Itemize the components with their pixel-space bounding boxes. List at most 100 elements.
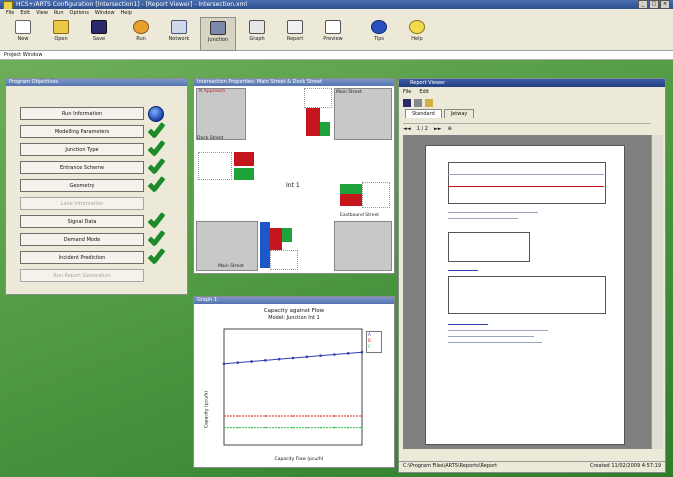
- junction-type-button[interactable]: Junction Type: [20, 143, 144, 156]
- menu-run[interactable]: Run: [54, 9, 64, 17]
- report-summary-table: [448, 232, 530, 262]
- east-lane-grid: [362, 182, 390, 208]
- east-lane-red[interactable]: [340, 194, 362, 206]
- data-point-1-5: [292, 415, 294, 417]
- graph-button[interactable]: Graph: [240, 17, 274, 49]
- report-button-label: Report: [286, 36, 304, 42]
- report-button[interactable]: Report: [278, 17, 312, 49]
- report-export-icon[interactable]: [425, 99, 433, 107]
- modelling-parameters-check-icon: [148, 122, 164, 138]
- legend-item-c: C: [368, 344, 371, 349]
- report-save-icon[interactable]: [403, 99, 411, 107]
- data-point-0-4: [277, 357, 281, 361]
- incident-prediction-button[interactable]: Incident Prediction: [20, 251, 144, 264]
- north-lane-green[interactable]: [320, 122, 330, 136]
- menu-edit[interactable]: Edit: [20, 9, 30, 17]
- data-point-0-10: [360, 350, 364, 354]
- minimize-button[interactable]: _: [638, 0, 648, 9]
- data-point-2-5: [292, 426, 294, 429]
- report-menu-edit[interactable]: Edit: [419, 89, 429, 95]
- report-viewer-title: Report Viewer: [410, 80, 446, 86]
- east-lane-green[interactable]: [340, 184, 362, 194]
- report-page-number[interactable]: 1 / 2: [417, 126, 428, 132]
- run-information-button[interactable]: Run Information: [20, 107, 144, 120]
- west-lane-red[interactable]: [234, 152, 254, 166]
- demand-mode-button[interactable]: Demand Mode: [20, 233, 144, 246]
- program-objectives-title: Program Objectives: [6, 79, 187, 86]
- help-button[interactable]: Help: [400, 17, 434, 49]
- intersection-window-title: Intersection Properties: Main Street & D…: [194, 79, 394, 86]
- south-lane-green[interactable]: [282, 228, 292, 242]
- run-report-generation-button[interactable]: Run Report Generation: [20, 269, 144, 282]
- report-status-bar: C:\Program Files\ARTS\Reports\Report Cre…: [399, 461, 665, 472]
- junction-button[interactable]: Junction: [200, 17, 236, 51]
- data-point-2-2: [250, 426, 253, 429]
- report-menu-file[interactable]: File: [403, 89, 411, 95]
- menu-options[interactable]: Options: [70, 9, 89, 17]
- maximize-button[interactable]: □: [649, 0, 659, 9]
- tab-jetway[interactable]: Jetway: [443, 109, 475, 118]
- menu-help[interactable]: Help: [121, 9, 132, 17]
- data-point-0-3: [264, 359, 267, 362]
- graph-window: Graph 1 Capacity against Flow Model: Jun…: [193, 296, 395, 468]
- report-notes-line-2: [448, 336, 534, 337]
- menu-file[interactable]: File: [6, 9, 14, 17]
- report-header-line-1: [448, 174, 604, 175]
- lane-information-button[interactable]: Lane Information: [20, 197, 144, 210]
- report-print-icon[interactable]: [414, 99, 422, 107]
- report-first-page-icon[interactable]: ◄◄: [403, 126, 411, 132]
- south-lane-blue[interactable]: [260, 222, 270, 268]
- chart-title: Capacity against Flow: [263, 308, 325, 314]
- main-street-north-label: Main Street: [336, 90, 362, 95]
- report-viewer-window: Report Viewer File Edit Standard Jetway …: [398, 78, 666, 473]
- report-next-page-icon[interactable]: ►►: [434, 126, 442, 132]
- report-notes-heading: [448, 324, 488, 325]
- report-zoom-icon[interactable]: ⊕: [448, 126, 452, 132]
- report-section-heading: [448, 270, 478, 271]
- tab-standard[interactable]: Standard: [405, 109, 442, 118]
- report-vertical-scrollbar[interactable]: [651, 135, 663, 449]
- menu-window[interactable]: Window: [95, 9, 115, 17]
- data-point-2-6: [306, 426, 308, 429]
- incident-prediction-check-icon: [148, 248, 164, 264]
- entrance-scheme-button[interactable]: Entrance Scheme: [20, 161, 144, 174]
- geometry-check-icon: [148, 176, 164, 192]
- new-button[interactable]: New: [6, 17, 40, 49]
- network-grid-icon: [171, 20, 187, 34]
- network-button[interactable]: Network: [162, 17, 196, 49]
- window-controls: _ □ ×: [638, 0, 670, 9]
- north-approach-label: N Approach: [199, 89, 226, 94]
- data-point-2-10: [361, 426, 363, 429]
- run-button[interactable]: Run: [124, 17, 158, 49]
- close-button[interactable]: ×: [660, 0, 670, 9]
- save-button[interactable]: Save: [82, 17, 116, 49]
- help-button-label: Help: [411, 36, 423, 42]
- tips-globe-icon: [371, 20, 387, 34]
- menu-view[interactable]: View: [36, 9, 48, 17]
- intersection-canvas: N Approach Dock Street Main Street Eastb…: [194, 86, 394, 273]
- data-point-2-0: [223, 426, 225, 429]
- run-information-globe-icon: [148, 106, 164, 122]
- signal-data-button[interactable]: Signal Data: [20, 215, 144, 228]
- west-lane-green[interactable]: [234, 168, 254, 180]
- modelling-parameters-button[interactable]: Modelling Parameters: [20, 125, 144, 138]
- geometry-button[interactable]: Geometry: [20, 179, 144, 192]
- south-lane-red[interactable]: [270, 228, 282, 250]
- north-lane-red[interactable]: [306, 108, 320, 136]
- west-lane-grid: [198, 152, 232, 180]
- tips-button[interactable]: Tips: [362, 17, 396, 49]
- network-button-label: Network: [168, 36, 190, 42]
- open-button[interactable]: Open: [44, 17, 78, 49]
- report-file-path: C:\Program Files\ARTS\Reports\Report: [403, 463, 498, 469]
- data-point-1-6: [306, 415, 308, 417]
- open-button-label: Open: [54, 36, 68, 42]
- report-nav-bar: ◄◄ 1 / 2 ►► ⊕: [403, 123, 651, 133]
- report-tabs: Standard Jetway: [405, 109, 475, 118]
- report-toolbar: [403, 99, 433, 107]
- report-menu-bar: File Edit: [403, 89, 429, 95]
- signal-data-check-icon: [148, 212, 164, 228]
- preview-button[interactable]: Preview: [316, 17, 350, 49]
- data-point-1-8: [333, 415, 336, 417]
- junction-icon: [210, 21, 226, 35]
- data-point-0-8: [333, 353, 336, 356]
